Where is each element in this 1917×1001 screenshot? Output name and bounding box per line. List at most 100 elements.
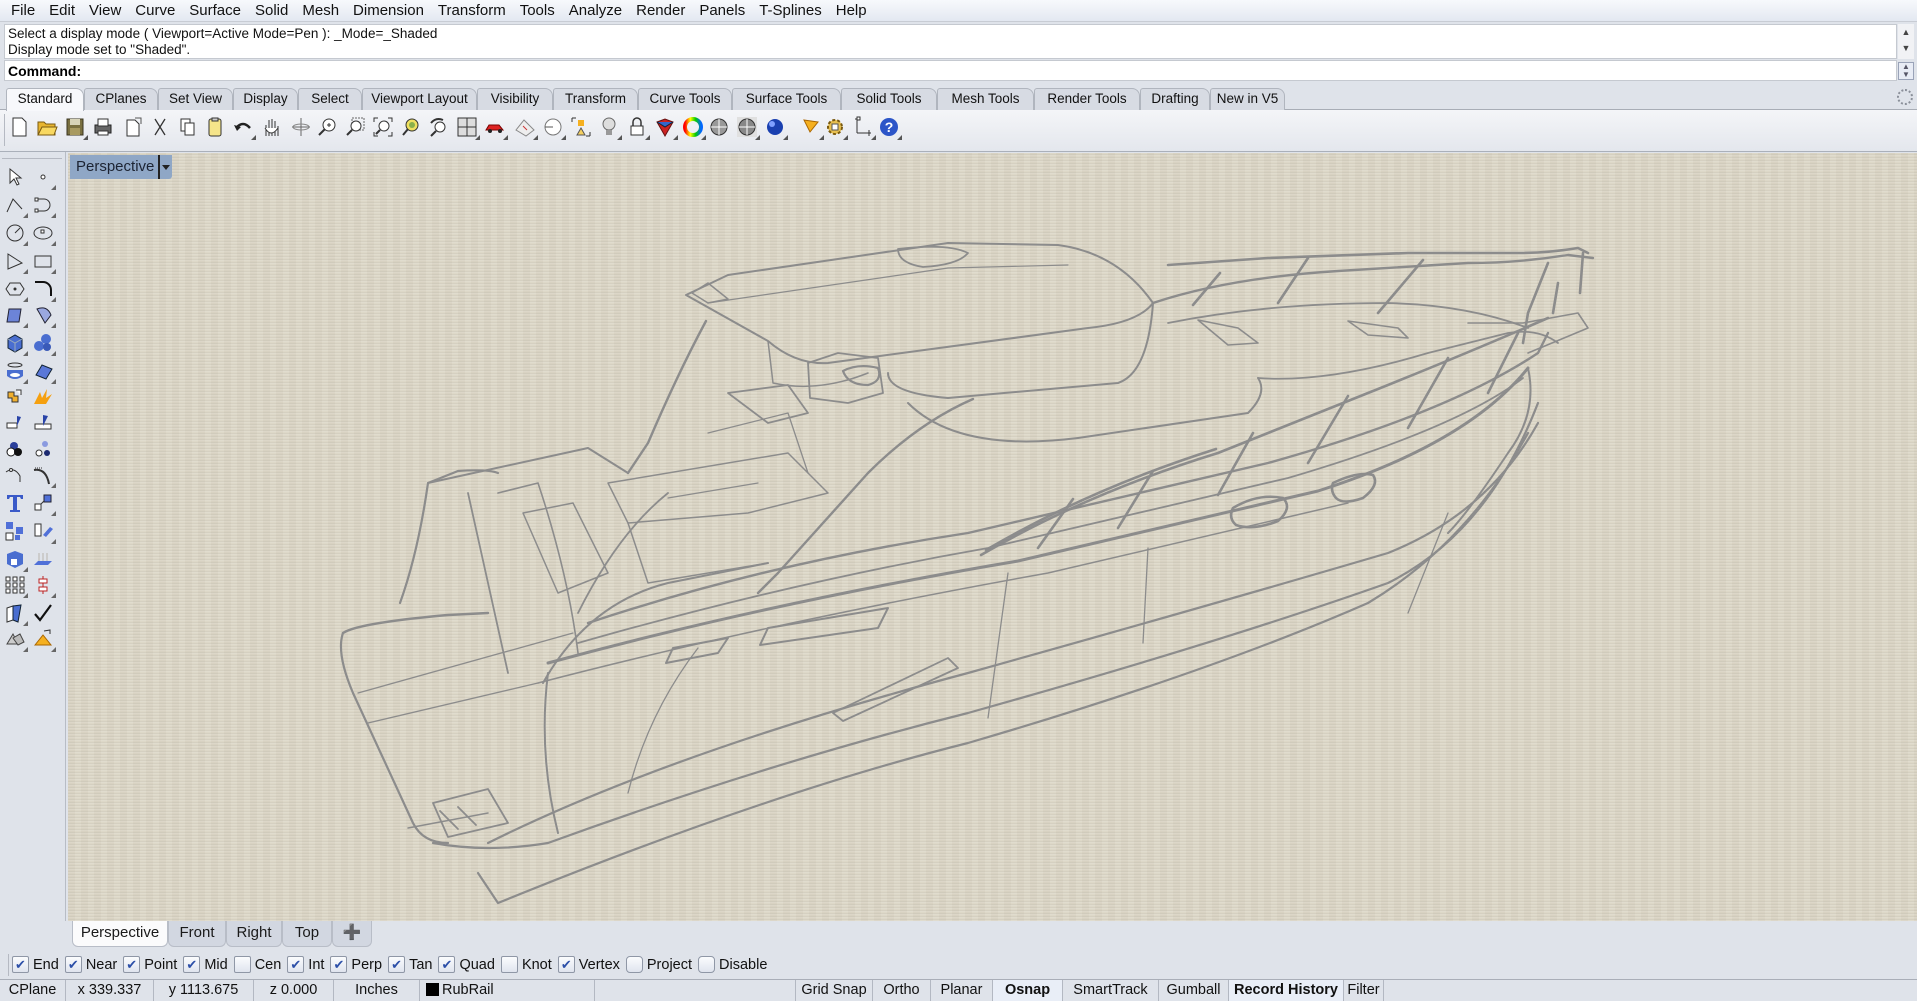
menu-panels[interactable]: Panels — [692, 0, 752, 22]
tab-curve-tools[interactable]: Curve Tools — [638, 88, 732, 110]
boolean-union-icon[interactable] — [2, 384, 28, 410]
zoom-extents-icon[interactable] — [370, 114, 396, 140]
surface-loft-icon[interactable] — [30, 302, 56, 328]
menu-dimension[interactable]: Dimension — [346, 0, 431, 22]
command-history[interactable]: Select a display mode ( Viewport=Active … — [4, 24, 1897, 59]
osnap-perp-checkbox[interactable] — [330, 956, 348, 973]
pan-hand-icon[interactable] — [258, 114, 284, 140]
object-properties-car-icon[interactable] — [482, 114, 508, 140]
split-icon[interactable] — [30, 410, 56, 436]
tab-set-view[interactable]: Set View — [158, 88, 233, 110]
text-icon[interactable] — [2, 490, 28, 516]
osnap-disable-checkbox[interactable] — [698, 956, 716, 973]
viewport-tab-top[interactable]: Top — [282, 921, 332, 947]
paste-icon[interactable] — [202, 114, 228, 140]
osnap-point[interactable]: Point — [123, 956, 177, 973]
tab-mesh-tools[interactable]: Mesh Tools — [937, 88, 1034, 110]
osnap-project[interactable]: Project — [625, 956, 692, 973]
osnap-perp[interactable]: Perp — [330, 956, 382, 973]
tab-drafting[interactable]: Drafting — [1140, 88, 1210, 110]
tab-standard[interactable]: Standard — [6, 88, 84, 111]
point-icon[interactable] — [30, 164, 56, 190]
select-points-icon[interactable] — [568, 114, 594, 140]
copy-icon[interactable] — [174, 114, 200, 140]
toggle-planar[interactable]: Planar — [931, 980, 993, 1001]
cylinder-icon[interactable] — [2, 358, 28, 384]
menu-help[interactable]: Help — [829, 0, 874, 22]
osnap-knot-checkbox[interactable] — [500, 956, 518, 973]
tab-visibility[interactable]: Visibility — [477, 88, 553, 110]
extrude-solid-icon[interactable] — [2, 546, 28, 572]
osnap-tan[interactable]: Tan — [388, 956, 432, 973]
import-icon[interactable] — [120, 114, 146, 140]
polygon-icon[interactable] — [2, 276, 28, 302]
osnap-disable[interactable]: Disable — [698, 956, 767, 973]
new-file-icon[interactable] — [6, 114, 32, 140]
osnap-project-checkbox[interactable] — [625, 956, 643, 973]
group-icon[interactable] — [30, 436, 56, 462]
trim-icon[interactable] — [2, 410, 28, 436]
osnap-grip[interactable] — [8, 953, 10, 976]
print-icon[interactable] — [90, 114, 116, 140]
layer-icon[interactable] — [652, 114, 678, 140]
tab-new-in-v5[interactable]: New in V5 — [1210, 88, 1285, 110]
zoom-dynamic-icon[interactable] — [314, 114, 340, 140]
tab-transform[interactable]: Transform — [553, 88, 638, 110]
grid-array-icon[interactable] — [2, 572, 28, 598]
save-file-icon[interactable] — [62, 114, 88, 140]
osnap-vertex-checkbox[interactable] — [557, 956, 575, 973]
menu-file[interactable]: File — [4, 0, 42, 22]
viewport-menu-dropdown-icon[interactable] — [158, 155, 172, 179]
menu-curve[interactable]: Curve — [128, 0, 182, 22]
sphere-icon[interactable] — [30, 330, 56, 356]
viewport-title[interactable]: Perspective — [70, 155, 172, 179]
command-history-scrollbar[interactable]: ▲ ▼ — [1898, 24, 1914, 59]
surface-from-points-icon[interactable] — [2, 302, 28, 328]
osnap-knot[interactable]: Knot — [500, 956, 552, 973]
circle-icon[interactable] — [2, 220, 28, 246]
zoom-window-icon[interactable] — [342, 114, 368, 140]
offset-curve-icon[interactable] — [2, 462, 28, 488]
menu-analyze[interactable]: Analyze — [562, 0, 629, 22]
osnap-vertex[interactable]: Vertex — [557, 956, 620, 973]
boolean-tools-icon[interactable] — [2, 600, 28, 626]
tab-surface-tools[interactable]: Surface Tools — [732, 88, 841, 110]
scroll-up-icon[interactable]: ▲ — [1898, 24, 1914, 40]
tab-viewport-layout[interactable]: Viewport Layout — [362, 88, 477, 110]
menu-solid[interactable]: Solid — [248, 0, 295, 22]
spin-down-icon[interactable]: ▼ — [1899, 71, 1913, 79]
toggle-record-history[interactable]: Record History — [1229, 980, 1344, 1001]
shaded-sphere-icon[interactable] — [706, 114, 732, 140]
curve-control-points-icon[interactable] — [30, 192, 56, 218]
arc-icon[interactable] — [2, 248, 28, 274]
polyline-icon[interactable] — [2, 192, 28, 218]
help-icon[interactable]: ? — [876, 114, 902, 140]
menu-surface[interactable]: Surface — [182, 0, 248, 22]
viewport-tab-perspective[interactable]: Perspective — [72, 921, 168, 947]
rendered-sphere-icon[interactable] — [734, 114, 760, 140]
menu-transform[interactable]: Transform — [431, 0, 513, 22]
osnap-cen[interactable]: Cen — [233, 956, 281, 973]
command-recent-spinner[interactable]: ▲ ▼ — [1898, 62, 1914, 80]
status-cplane[interactable]: CPlane — [0, 980, 66, 1001]
viewport-tab-right[interactable]: Right — [226, 921, 282, 947]
osnap-int-checkbox[interactable] — [287, 956, 305, 973]
join-shading-icon[interactable] — [2, 436, 28, 462]
perspective-viewport[interactable]: Perspective — [68, 153, 1917, 921]
options-gear-icon[interactable] — [822, 114, 848, 140]
cplane-icon[interactable] — [540, 114, 566, 140]
osnap-quad-checkbox[interactable] — [438, 956, 456, 973]
tab-render-tools[interactable]: Render Tools — [1034, 88, 1140, 110]
render-sphere-icon[interactable] — [762, 114, 788, 140]
osnap-mid[interactable]: Mid — [183, 956, 228, 973]
select-arrow-icon[interactable] — [2, 164, 28, 190]
status-units[interactable]: Inches — [334, 980, 420, 1001]
undo-view-icon[interactable] — [426, 114, 452, 140]
osnap-int[interactable]: Int — [287, 956, 324, 973]
viewport-tab-front[interactable]: Front — [168, 921, 226, 947]
fillet-curves-icon[interactable] — [30, 276, 56, 302]
open-file-icon[interactable] — [34, 114, 60, 140]
check-icon[interactable] — [30, 600, 56, 626]
tab-solid-tools[interactable]: Solid Tools — [841, 88, 937, 110]
osnap-near[interactable]: Near — [64, 956, 117, 973]
